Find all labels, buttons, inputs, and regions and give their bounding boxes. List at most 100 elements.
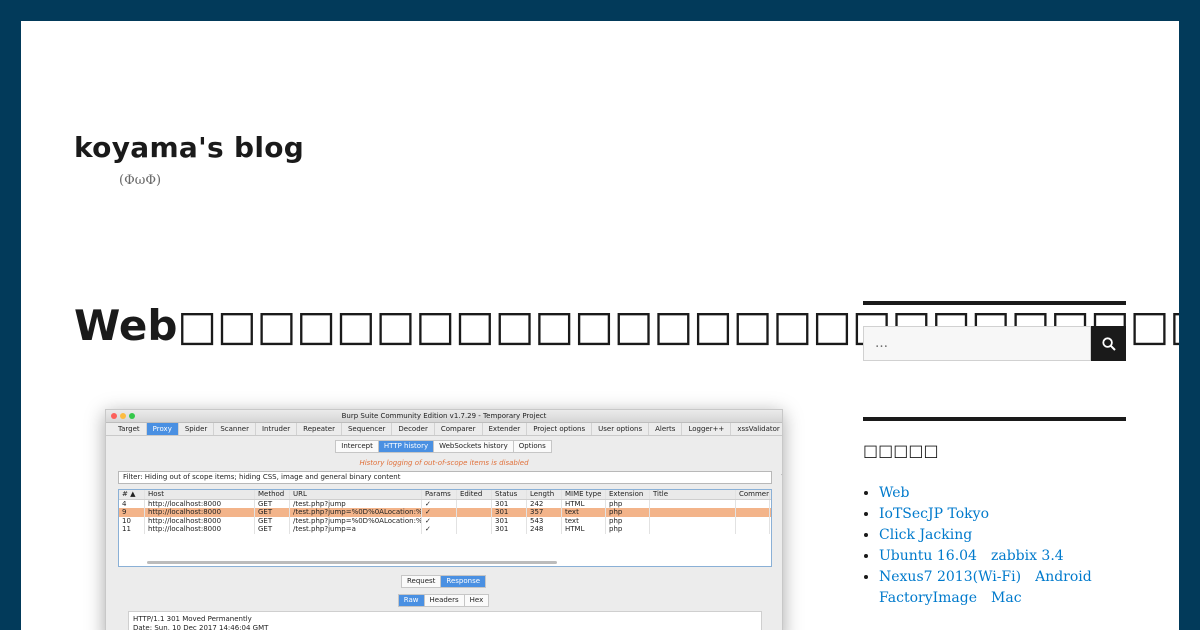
burp-table-row: 9 http://localhost:8000 GET/test.php?jump=… xyxy=(119,508,771,517)
burp-table-row: 4 http://localhost:8000 GET/test.php?jump ✓… xyxy=(119,499,771,508)
burp-table-cell xyxy=(457,508,492,517)
burp-table-cell: http://localhost:8000 xyxy=(145,499,255,508)
burp-viewtab-headers: Headers xyxy=(423,594,465,607)
burp-proxy-subtabs: Intercept HTTP history WebSockets history O… xyxy=(106,440,782,453)
search-icon xyxy=(1101,336,1116,351)
burp-viewtab-hex: Hex xyxy=(463,594,490,607)
burp-table-cell: ✓ xyxy=(422,525,457,534)
burp-table-cell: 10 xyxy=(119,516,145,525)
site-description: (ΦωΦ) xyxy=(119,173,162,188)
burp-table-cell: 4 xyxy=(119,499,145,508)
burp-table-cell: ✓ xyxy=(422,499,457,508)
category-item: Web xyxy=(879,483,1142,504)
post-image-burp-screenshot: Burp Suite Community Edition v1.7.29 - T… xyxy=(105,409,783,630)
search-button[interactable] xyxy=(1091,326,1126,361)
burp-table-cell: ✓ xyxy=(422,508,457,517)
burp-table-cell xyxy=(457,499,492,508)
burp-column-header: # ▲ xyxy=(119,490,145,499)
burp-table-cell: /test.php?jump=%0D%0ALocation:%20... xyxy=(290,516,422,525)
burp-response-line: HTTP/1.1 301 Moved Permanently xyxy=(133,615,252,623)
burp-column-header: Params xyxy=(422,490,457,499)
burp-tab-logger: Logger++ xyxy=(682,423,732,435)
burp-table-cell: HTML xyxy=(562,499,606,508)
burp-table-cell: 248 xyxy=(527,525,562,534)
burp-tab-alerts: Alerts xyxy=(649,423,683,435)
burp-table-cell: http://localhost:8000 xyxy=(145,516,255,525)
burp-table-cell: php xyxy=(606,508,650,517)
burp-titlebar: Burp Suite Community Edition v1.7.29 - T… xyxy=(106,410,782,423)
burp-table-cell xyxy=(736,516,770,525)
widget-divider xyxy=(863,301,1126,305)
burp-tab-xssvalidator: xssValidator xyxy=(731,423,782,435)
burp-column-header: Status xyxy=(492,490,527,499)
burp-subtab-websockets-history: WebSockets history xyxy=(433,440,514,453)
categories-list: Web IoTSecJP Tokyo Click Jacking Ubuntu 16.… xyxy=(863,483,1142,609)
burp-table-cell xyxy=(650,508,736,517)
burp-column-header: Title xyxy=(650,490,736,499)
category-link[interactable]: Click Jacking xyxy=(879,527,972,543)
category-item: Nexus7 2013(Wi-Fi) Android FactoryImage … xyxy=(879,567,1142,609)
burp-table-cell xyxy=(457,516,492,525)
burp-table-cell xyxy=(650,499,736,508)
burp-tab-project-options: Project options xyxy=(527,423,593,435)
burp-table-cell xyxy=(736,508,770,517)
burp-table-cell: 543 xyxy=(527,516,562,525)
minimize-dot-icon xyxy=(120,413,126,419)
widget-divider xyxy=(863,417,1126,421)
search-form xyxy=(863,326,1126,361)
burp-response-pane: HTTP/1.1 301 Moved Permanently Date: Sun,… xyxy=(128,611,762,630)
burp-column-header: Edited xyxy=(457,490,492,499)
burp-table-cell: 357 xyxy=(527,508,562,517)
burp-table-cell: GET xyxy=(255,525,290,534)
burp-table-cell: /test.php?jump=a xyxy=(290,525,422,534)
page: koyama's blog (ΦωΦ) Web□□□□□□□□□□□□□□□□□… xyxy=(21,21,1179,630)
burp-column-header: Comment xyxy=(736,490,770,499)
burp-column-header: URL xyxy=(290,490,422,499)
burp-table-cell: HTML xyxy=(562,525,606,534)
burp-table-cell xyxy=(650,525,736,534)
site-title[interactable]: koyama's blog xyxy=(74,131,304,164)
burp-filter-text: Filter: Hiding out of scope items; hidin… xyxy=(123,473,401,481)
burp-view-tabs: Raw Headers Hex xyxy=(106,594,782,607)
burp-filter-bar: Filter: Hiding out of scope items; hidin… xyxy=(118,471,782,484)
burp-table-cell: 301 xyxy=(492,516,527,525)
burp-tab-spider: Spider xyxy=(179,423,215,435)
burp-table-row: 10 http://localhost:8000 GET/test.php?jump… xyxy=(119,516,771,525)
burp-column-header: Method xyxy=(255,490,290,499)
burp-response-line: Date: Sun, 10 Dec 2017 14:46:04 GMT xyxy=(133,624,269,630)
burp-table-cell: GET xyxy=(255,516,290,525)
burp-table-cell: php xyxy=(606,525,650,534)
burp-window-title: Burp Suite Community Edition v1.7.29 - T… xyxy=(341,412,547,420)
burp-table-cell: GET xyxy=(255,508,290,517)
burp-table-header: # ▲ Host Method URL Params Edited Status Length… xyxy=(119,490,771,500)
categories-widget-title: □□□□□ xyxy=(863,441,939,460)
burp-table-cell: /test.php?jump xyxy=(290,499,422,508)
burp-table-cell: text xyxy=(562,516,606,525)
burp-table-cell: 9 xyxy=(119,508,145,517)
zoom-dot-icon xyxy=(129,413,135,419)
burp-table-cell xyxy=(736,499,770,508)
burp-column-header: Length xyxy=(527,490,562,499)
category-link[interactable]: Nexus7 2013(Wi-Fi) Android FactoryImage … xyxy=(879,569,1092,606)
burp-tab-decoder: Decoder xyxy=(392,423,435,435)
burp-table-cell: php xyxy=(606,516,650,525)
burp-table-cell: 11 xyxy=(119,525,145,534)
burp-reqtab-request: Request xyxy=(400,575,442,588)
burp-table-cell xyxy=(457,525,492,534)
category-link[interactable]: Ubuntu 16.04 zabbix 3.4 xyxy=(879,548,1064,564)
burp-tab-repeater: Repeater xyxy=(297,423,342,435)
search-input[interactable] xyxy=(863,326,1091,361)
burp-table-cell: 242 xyxy=(527,499,562,508)
burp-history-table: # ▲ Host Method URL Params Edited Status Length… xyxy=(118,489,772,567)
burp-tab-user-options: User options xyxy=(592,423,650,435)
burp-table-cell: http://localhost:8000 xyxy=(145,525,255,534)
burp-table-cell: http://localhost:8000 xyxy=(145,508,255,517)
burp-column-header: Extension xyxy=(606,490,650,499)
burp-table-row: 11 http://localhost:8000 GET/test.php?jump… xyxy=(119,525,771,534)
category-link[interactable]: IoTSecJP Tokyo xyxy=(879,506,989,522)
category-link[interactable]: Web xyxy=(879,485,910,501)
burp-table-cell: 301 xyxy=(492,525,527,534)
burp-table-cell: text xyxy=(562,508,606,517)
burp-tab-scanner: Scanner xyxy=(214,423,256,435)
burp-table-cell xyxy=(650,516,736,525)
